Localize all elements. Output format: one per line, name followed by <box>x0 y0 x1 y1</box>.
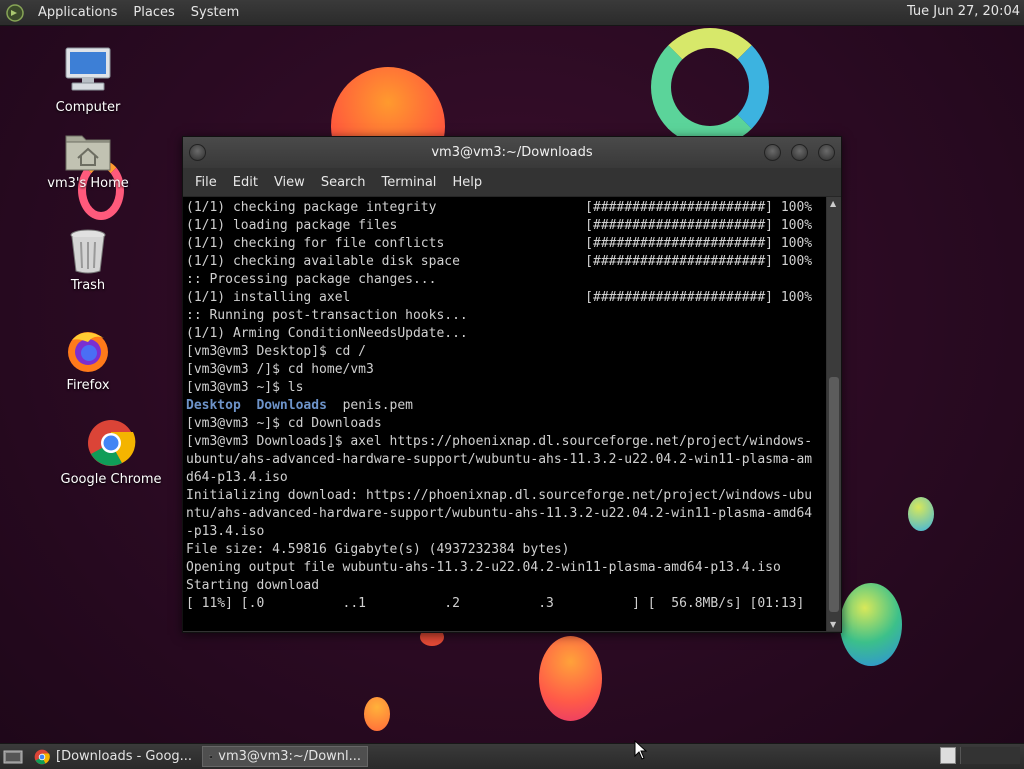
terminal-line: -p13.4.iso <box>186 524 265 539</box>
show-desktop-icon[interactable] <box>2 748 24 766</box>
terminal-line: ubuntu/ahs-advanced-hardware-support/wub… <box>186 452 813 467</box>
terminal-line: [vm3@vm3 ~]$ cd Downloads <box>186 416 382 431</box>
minimize-button[interactable] <box>764 144 781 161</box>
window-title: vm3@vm3:~/Downloads <box>431 145 593 160</box>
terminal-line: (1/1) loading package files [###########… <box>186 218 813 233</box>
desktop-icon-label: Firefox <box>66 378 110 393</box>
desktop-icon-label: Google Chrome <box>60 472 162 487</box>
wallpaper-blob <box>840 583 902 666</box>
terminal-line: (1/1) checking available disk space [###… <box>186 254 813 269</box>
desktop-icon-trash[interactable]: Trash <box>33 228 143 293</box>
chrome-icon <box>34 749 50 764</box>
menu-edit[interactable]: Edit <box>225 175 266 190</box>
system-menu[interactable]: System <box>183 5 247 20</box>
clock[interactable]: Tue Jun 27, 20:04 <box>907 4 1020 19</box>
menu-search[interactable]: Search <box>313 175 374 190</box>
desktop-icon-label: Trash <box>70 278 106 293</box>
ls-file: penis.pem <box>342 398 414 413</box>
terminal-line: d64-p13.4.iso <box>186 470 288 485</box>
terminal-icon <box>209 755 213 758</box>
terminal-line: (1/1) installing axel [#################… <box>186 290 813 305</box>
download-progress-line: [ 11%] [.0 ..1 .2 .3 ] [ 56.8MB/s] [01:1… <box>186 596 805 611</box>
menu-terminal[interactable]: Terminal <box>373 175 444 190</box>
menu-help[interactable]: Help <box>444 175 490 190</box>
wallpaper-blob <box>908 497 934 531</box>
taskbar-item-chrome[interactable]: [Downloads - Goog... <box>28 746 198 767</box>
wallpaper-blob <box>364 697 390 731</box>
trash-icon <box>70 229 106 274</box>
workspace-switcher-empty[interactable] <box>960 747 1020 764</box>
wallpaper-ring <box>651 28 769 146</box>
terminal-line: Starting download <box>186 578 320 593</box>
terminal-line: Opening output file wubuntu-ahs-11.3.2-u… <box>186 560 781 575</box>
terminal-line: [vm3@vm3 /]$ cd home/vm3 <box>186 362 374 377</box>
applications-menu[interactable]: Applications <box>30 5 125 20</box>
close-button[interactable] <box>818 144 835 161</box>
desktop-icon-computer[interactable]: Computer <box>33 44 143 115</box>
scroll-up-arrow-icon[interactable]: ▲ <box>830 199 836 208</box>
terminal-line: (1/1) checking package integrity [######… <box>186 200 813 215</box>
mate-logo-icon[interactable] <box>6 3 24 22</box>
menu-view[interactable]: View <box>266 175 313 190</box>
terminal-output[interactable]: (1/1) checking package integrity [######… <box>183 197 826 631</box>
scroll-down-arrow-icon[interactable]: ▼ <box>830 620 836 629</box>
taskbar-item-label: [Downloads - Goog... <box>56 749 193 764</box>
ls-dir-downloads: Downloads <box>256 398 327 413</box>
window-menubar: File Edit View Search Terminal Help <box>183 168 841 197</box>
maximize-button[interactable] <box>791 144 808 161</box>
ls-output-line: Desktop Downloads penis.pem <box>186 397 826 415</box>
computer-icon <box>65 47 111 91</box>
scrollbar-thumb[interactable] <box>829 377 839 612</box>
terminal-scrollbar[interactable]: ▲ ▼ <box>827 197 841 631</box>
terminal-line: (1/1) Arming ConditionNeedsUpdate... <box>186 326 468 341</box>
window-titlebar[interactable]: vm3@vm3:~/Downloads <box>183 137 841 168</box>
terminal-line: ntu/ahs-advanced-hardware-support/wubunt… <box>186 506 813 521</box>
taskbar-item-label: vm3@vm3:~/Downl... <box>218 749 362 764</box>
top-panel: Applications Places System Tue Jun 27, 2… <box>0 0 1024 26</box>
terminal-line: Initializing download: https://phoenixna… <box>186 488 813 503</box>
desktop-icon-label: vm3's Home <box>47 176 129 191</box>
ls-dir-desktop: Desktop <box>186 398 241 413</box>
terminal-line: [vm3@vm3 Desktop]$ cd / <box>186 344 367 359</box>
workspace-switcher[interactable] <box>940 747 956 764</box>
taskbar-item-terminal[interactable]: vm3@vm3:~/Downl... <box>202 746 369 767</box>
terminal-line: (1/1) checking for file conflicts [#####… <box>186 236 813 251</box>
terminal-window[interactable]: vm3@vm3:~/Downloads File Edit View Searc… <box>182 136 842 633</box>
desktop-icon-label: Computer <box>55 100 121 115</box>
terminal-line: [vm3@vm3 ~]$ ls <box>186 380 304 395</box>
mouse-cursor-icon <box>634 740 648 760</box>
window-menu-button[interactable] <box>189 144 206 161</box>
terminal-line: File size: 4.59816 Gigabyte(s) (49372323… <box>186 542 570 557</box>
home-folder-icon <box>65 135 111 171</box>
wallpaper-blob <box>539 636 602 721</box>
menu-file[interactable]: File <box>187 175 225 190</box>
terminal-line: [vm3@vm3 Downloads]$ axel https://phoeni… <box>186 434 813 449</box>
firefox-icon <box>68 332 108 372</box>
desktop-icon-home[interactable]: vm3's Home <box>33 128 143 191</box>
chrome-icon <box>88 420 136 466</box>
places-menu[interactable]: Places <box>125 5 182 20</box>
desktop-icon-firefox[interactable]: Firefox <box>33 326 143 393</box>
terminal-line: :: Running post-transaction hooks... <box>186 308 468 323</box>
bottom-taskbar: [Downloads - Goog... vm3@vm3:~/Downl... <box>0 743 1024 769</box>
desktop-icon-chrome[interactable]: Google Chrome <box>56 418 166 487</box>
terminal-line: :: Processing package changes... <box>186 272 437 287</box>
